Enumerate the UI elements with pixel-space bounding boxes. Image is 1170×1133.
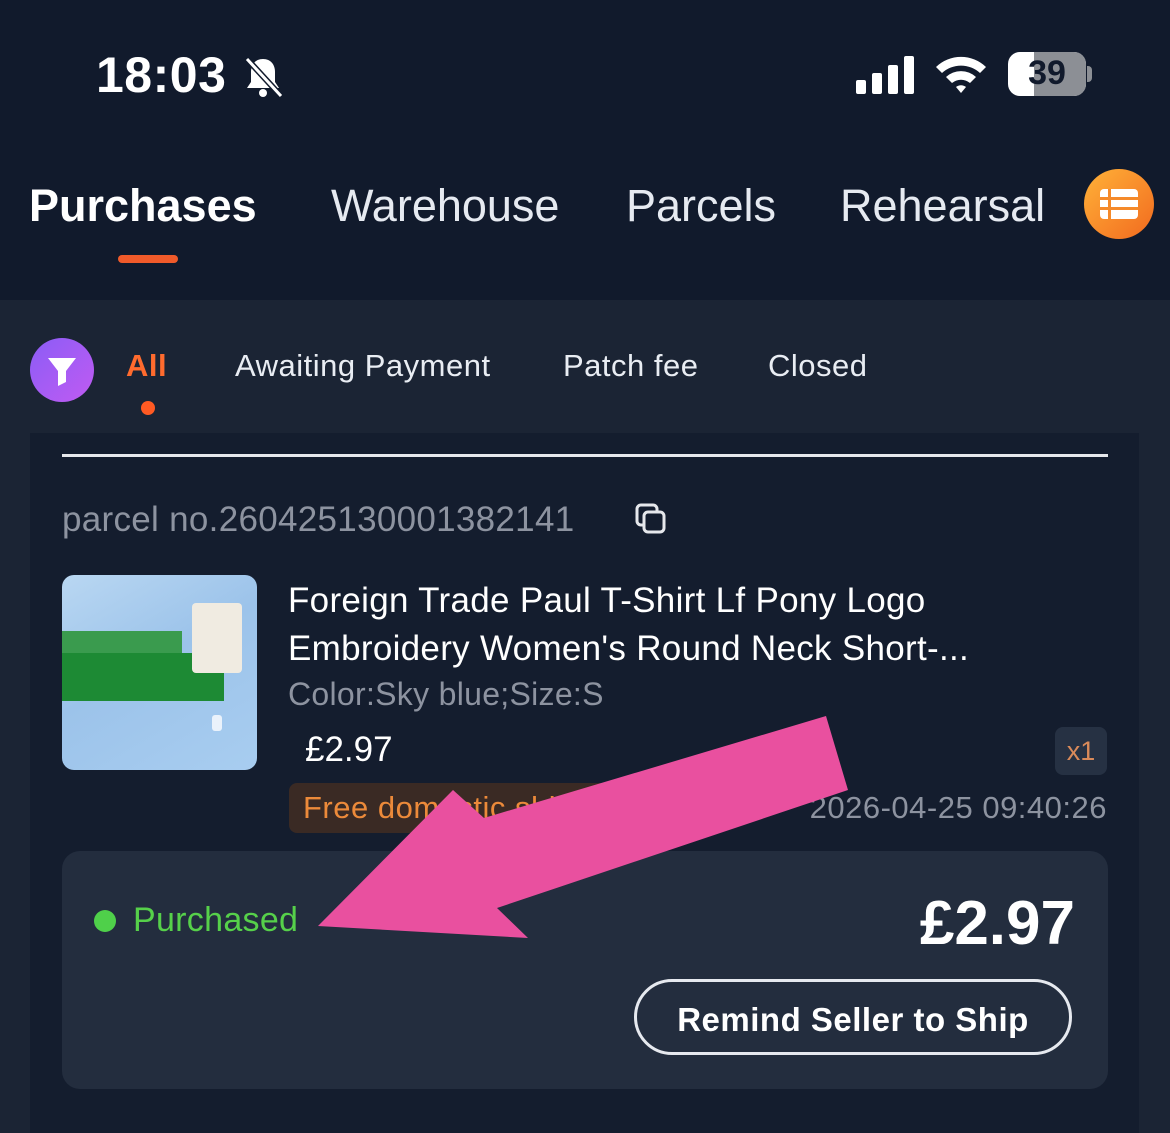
wifi-icon xyxy=(936,56,986,93)
bell-slash-icon xyxy=(244,56,284,99)
card-divider xyxy=(62,454,1108,457)
parcel-number: parcel no.260425130001382141 xyxy=(62,500,575,539)
filter-button[interactable] xyxy=(30,338,94,402)
battery-percent: 39 xyxy=(1028,54,1066,92)
product-spec: Color:Sky blue;Size:S xyxy=(288,676,604,712)
product-thumbnail[interactable] xyxy=(62,575,257,770)
signal-icon xyxy=(856,56,914,94)
battery-icon: 39 xyxy=(1008,52,1086,96)
status-time: 18:03 xyxy=(96,47,227,103)
status-dot xyxy=(94,910,116,932)
active-tab-indicator xyxy=(118,255,178,263)
product-title[interactable]: Foreign Trade Paul T-Shirt Lf Pony Logo … xyxy=(288,577,1068,673)
product-quantity: x1 xyxy=(1055,727,1107,775)
menu-button[interactable] xyxy=(1084,169,1154,239)
shipping-badge: Free domestic shipping xyxy=(289,783,649,833)
subtab-all[interactable]: All xyxy=(126,348,167,384)
order-datetime: 2026-04-25 09:40:26 xyxy=(809,790,1107,825)
tab-warehouse[interactable]: Warehouse xyxy=(331,180,559,232)
tab-rehearsal[interactable]: Rehearsal xyxy=(840,180,1045,232)
battery-nub xyxy=(1087,66,1092,82)
remind-seller-button[interactable]: Remind Seller to Ship xyxy=(634,979,1072,1055)
tab-parcels[interactable]: Parcels xyxy=(626,180,776,232)
copy-icon[interactable] xyxy=(634,502,668,536)
active-subtab-dot xyxy=(141,401,155,415)
product-price: £2.97 xyxy=(305,730,393,769)
subtab-awaiting-payment[interactable]: Awaiting Payment xyxy=(235,348,491,384)
tab-purchases[interactable]: Purchases xyxy=(29,180,257,232)
order-total: £2.97 xyxy=(919,889,1075,958)
subtab-closed[interactable]: Closed xyxy=(768,348,868,384)
subtab-patch-fee[interactable]: Patch fee xyxy=(563,348,698,384)
list-icon xyxy=(1100,189,1138,219)
order-status: Purchased xyxy=(133,901,299,939)
filter-icon xyxy=(48,358,76,386)
